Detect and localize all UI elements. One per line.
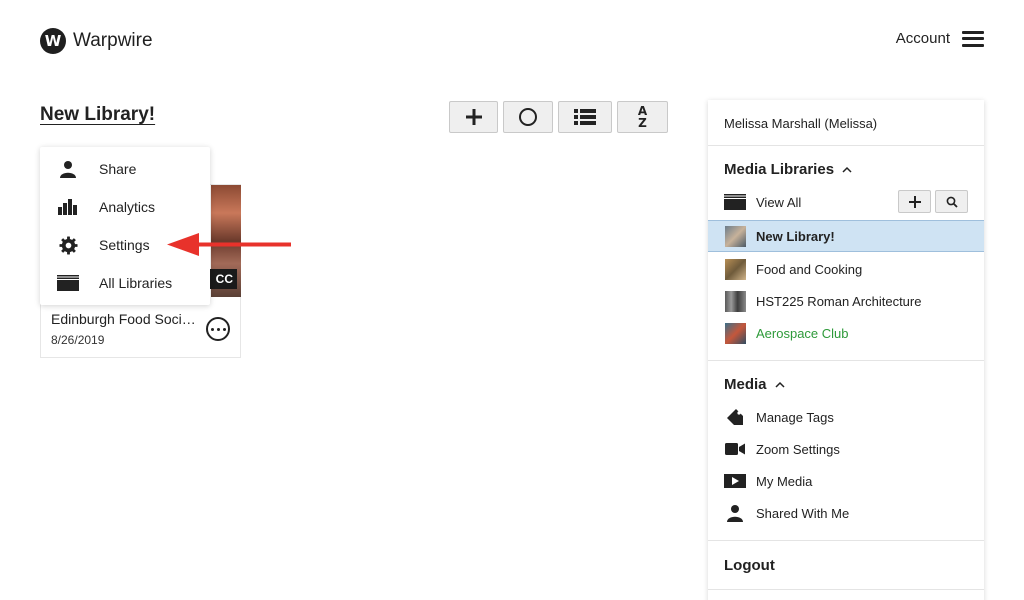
library-item-food-and-cooking[interactable]: Food and Cooking [708, 253, 984, 285]
media-libraries-heading[interactable]: Media Libraries [724, 161, 852, 178]
media-heading[interactable]: Media [724, 376, 785, 393]
logout-button[interactable]: Logout [724, 557, 775, 574]
tag-icon [724, 406, 746, 428]
chevron-up-icon [774, 381, 785, 388]
library-name: HST225 Roman Architecture [756, 293, 922, 309]
media-item-label: Zoom Settings [756, 441, 840, 457]
divider [708, 145, 984, 146]
library-options-menu: Share Analytics Settings All Libraries [40, 147, 210, 305]
library-title[interactable]: New Library! [40, 104, 155, 126]
video-camera-icon [724, 438, 746, 460]
library-thumbnail [724, 322, 746, 344]
account-panel: Melissa Marshall (Melissa) Media Librari… [708, 100, 984, 600]
menu-item-label: Share [99, 161, 137, 177]
red-arrow-annotation [167, 233, 291, 256]
media-item-zoom-settings[interactable]: Zoom Settings [708, 433, 984, 465]
account-menu[interactable]: Account [896, 30, 984, 47]
media-date: 8/26/2019 [51, 333, 105, 347]
media-item-label: Shared With Me [756, 505, 850, 521]
logo-text: Warpwire [73, 30, 153, 51]
search-libraries-button[interactable] [935, 190, 968, 213]
menu-item-all-libraries[interactable]: All Libraries [40, 264, 210, 302]
plus-icon [908, 195, 921, 208]
hamburger-menu-icon[interactable] [962, 30, 984, 47]
menu-item-share[interactable]: Share [40, 150, 210, 188]
media-item-my-media[interactable]: My Media [708, 465, 984, 497]
library-thumbnail [724, 225, 746, 247]
menu-item-label: Analytics [99, 199, 156, 215]
heading-label: Media [724, 376, 767, 393]
menu-item-label: Settings [99, 237, 150, 253]
menu-item-analytics[interactable]: Analytics [40, 188, 210, 226]
view-all-libraries[interactable]: View All [708, 186, 984, 218]
media-title[interactable]: Edinburgh Food Soci… [51, 311, 199, 327]
add-library-button[interactable] [898, 190, 931, 213]
person-icon [724, 502, 746, 524]
logo-mark: W [40, 28, 66, 54]
libraries-icon [724, 191, 746, 213]
menu-item-label: All Libraries [99, 275, 173, 291]
library-name: New Library! [756, 228, 835, 244]
library-toolbar: A Z [449, 101, 668, 133]
play-icon [724, 470, 746, 492]
select-button[interactable] [503, 101, 553, 133]
divider [708, 360, 984, 361]
bar-chart-icon [57, 196, 79, 218]
chevron-up-icon [842, 166, 852, 173]
view-all-label: View All [756, 194, 802, 210]
library-thumbnail [724, 258, 746, 280]
person-icon [57, 158, 79, 180]
closed-caption-badge: CC [207, 269, 237, 289]
list-view-button[interactable] [558, 101, 612, 133]
more-options-button[interactable] [206, 317, 230, 341]
add-media-button[interactable] [449, 101, 498, 133]
library-item-hst225[interactable]: HST225 Roman Architecture [708, 285, 984, 317]
plus-icon [465, 109, 482, 125]
library-name: Aerospace Club [756, 325, 849, 341]
account-label: Account [895, 30, 950, 47]
media-item-label: My Media [756, 473, 813, 489]
circle-icon [519, 108, 537, 126]
library-item-aerospace-club[interactable]: Aerospace Club [708, 317, 984, 349]
library-thumbnail [724, 290, 746, 312]
list-icon [574, 109, 596, 125]
heading-label: Media Libraries [724, 161, 835, 178]
sort-az-icon: A Z [637, 104, 648, 130]
media-item-label: Manage Tags [756, 409, 834, 425]
library-item-new-library[interactable]: New Library! [708, 220, 984, 252]
divider [708, 589, 984, 590]
search-icon [946, 196, 958, 208]
libraries-icon [57, 272, 79, 294]
warpwire-logo[interactable]: W Warpwire [40, 28, 153, 54]
media-item-shared-with-me[interactable]: Shared With Me [708, 497, 984, 529]
divider [708, 540, 984, 541]
gear-icon [57, 234, 79, 256]
sort-button[interactable]: A Z [617, 101, 668, 133]
library-name: Food and Cooking [756, 261, 863, 277]
user-name: Melissa Marshall (Melissa) [724, 116, 878, 131]
media-item-manage-tags[interactable]: Manage Tags [708, 401, 984, 433]
